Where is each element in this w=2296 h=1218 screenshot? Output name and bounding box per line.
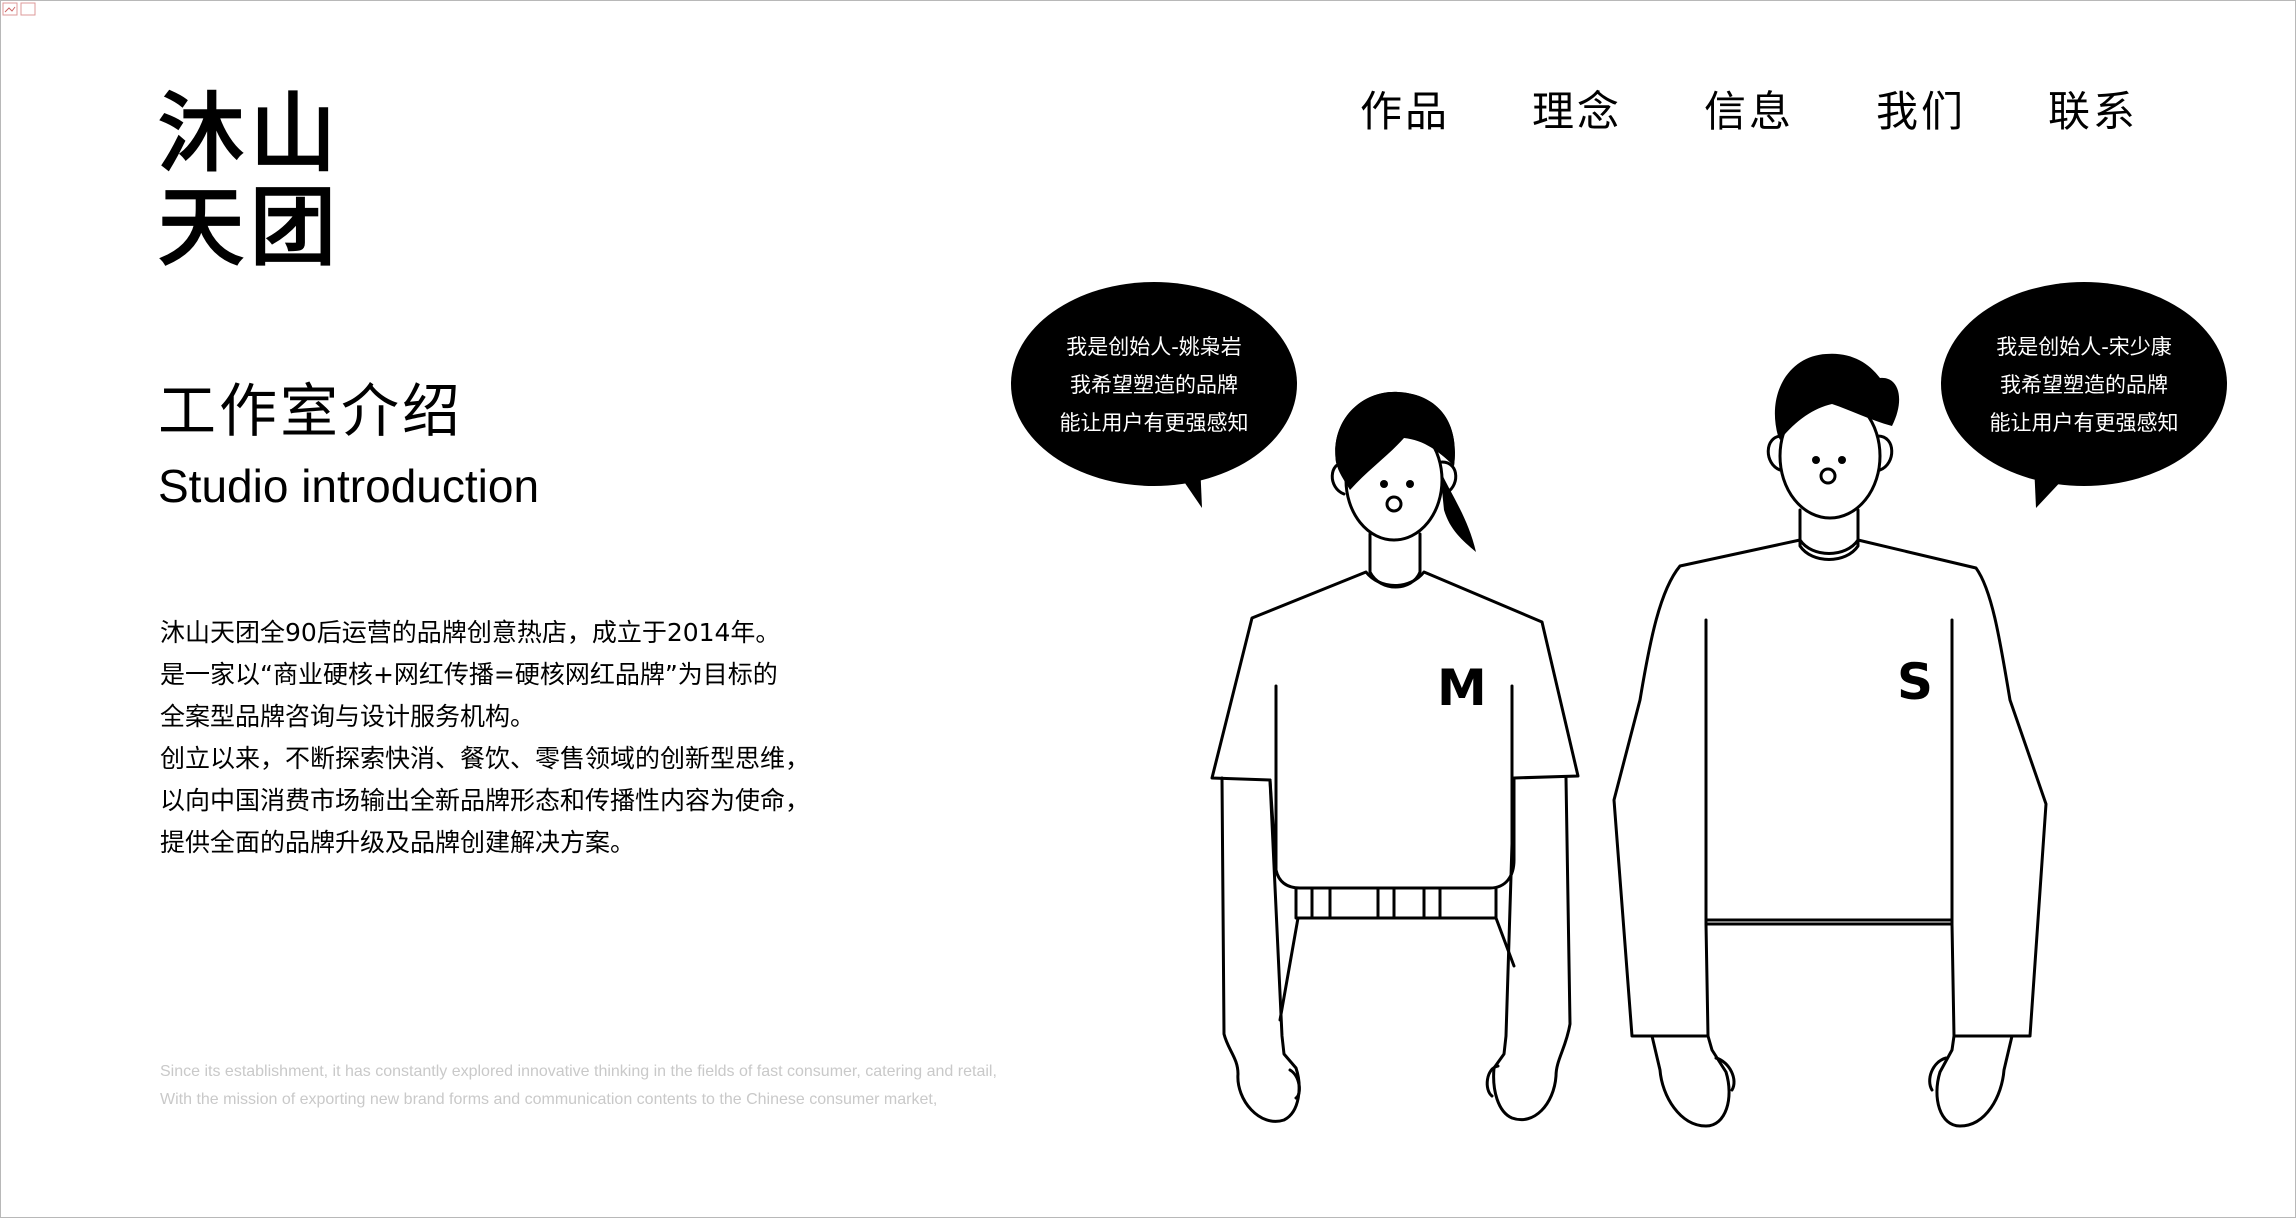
bubble-line: 能让用户有更强感知 bbox=[1989, 411, 2179, 435]
tshirt-left bbox=[1210, 570, 1580, 890]
bubble-line: 我是创始人-宋少康 bbox=[1996, 335, 2172, 359]
founders-illustration bbox=[1011, 282, 2227, 1128]
founder-figure-left bbox=[1210, 391, 1580, 1123]
founder-figure-right bbox=[1612, 353, 2048, 1128]
bubble-line: 能让用户有更强感知 bbox=[1059, 411, 1249, 435]
speech-bubble-right-text: 我是创始人-宋少康 我希望塑造的品牌 能让用户有更强感知 bbox=[1954, 328, 2214, 442]
bubble-line: 我希望塑造的品牌 bbox=[2000, 373, 2168, 397]
ponytail bbox=[1440, 470, 1476, 552]
shirt-letter-m: M bbox=[1437, 659, 1487, 717]
bubble-line: 我希望塑造的品牌 bbox=[1070, 373, 1238, 397]
sweatshirt-right bbox=[1612, 538, 2048, 1038]
shirt-letter-s: S bbox=[1897, 653, 1934, 711]
speech-bubble-left-text: 我是创始人-姚枭岩 我希望塑造的品牌 能让用户有更强感知 bbox=[1024, 328, 1284, 442]
bubble-line: 我是创始人-姚枭岩 bbox=[1066, 335, 1242, 359]
